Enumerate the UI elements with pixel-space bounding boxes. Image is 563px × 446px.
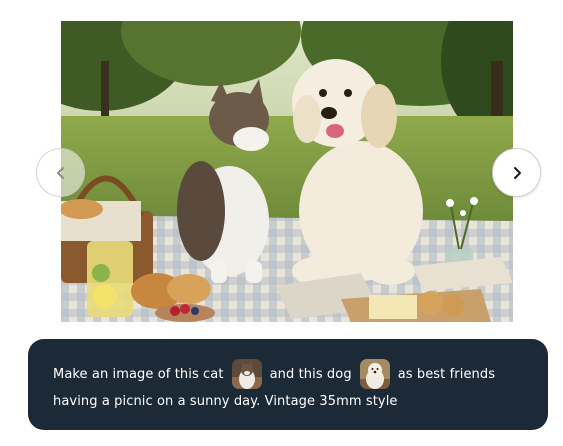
prompt-text-part3: as best friends [397, 366, 496, 382]
prompt-line-1: Make an image of this cat and this dog a… [53, 359, 524, 389]
dog-photo-icon [359, 359, 390, 389]
chevron-right-icon [513, 166, 521, 179]
prompt-text-part2: and this dog [269, 366, 352, 382]
image-viewer: Make an image of this cat and this dog a… [0, 0, 563, 446]
prompt-text-part1: Make an image of this cat [53, 366, 224, 382]
previous-image-button[interactable] [36, 148, 85, 197]
prompt-line-2: having a picnic on a sunny day. Vintage … [53, 386, 524, 416]
chevron-left-icon [56, 166, 64, 179]
next-image-button[interactable] [492, 148, 541, 197]
cat-photo-icon [231, 359, 262, 389]
prompt-text-line2: having a picnic on a sunny day. Vintage … [53, 393, 398, 409]
prompt-card: Make an image of this cat and this dog a… [28, 339, 548, 430]
dog-thumbnail[interactable] [359, 359, 390, 389]
cat-thumbnail[interactable] [231, 359, 262, 389]
generated-image [61, 21, 513, 322]
